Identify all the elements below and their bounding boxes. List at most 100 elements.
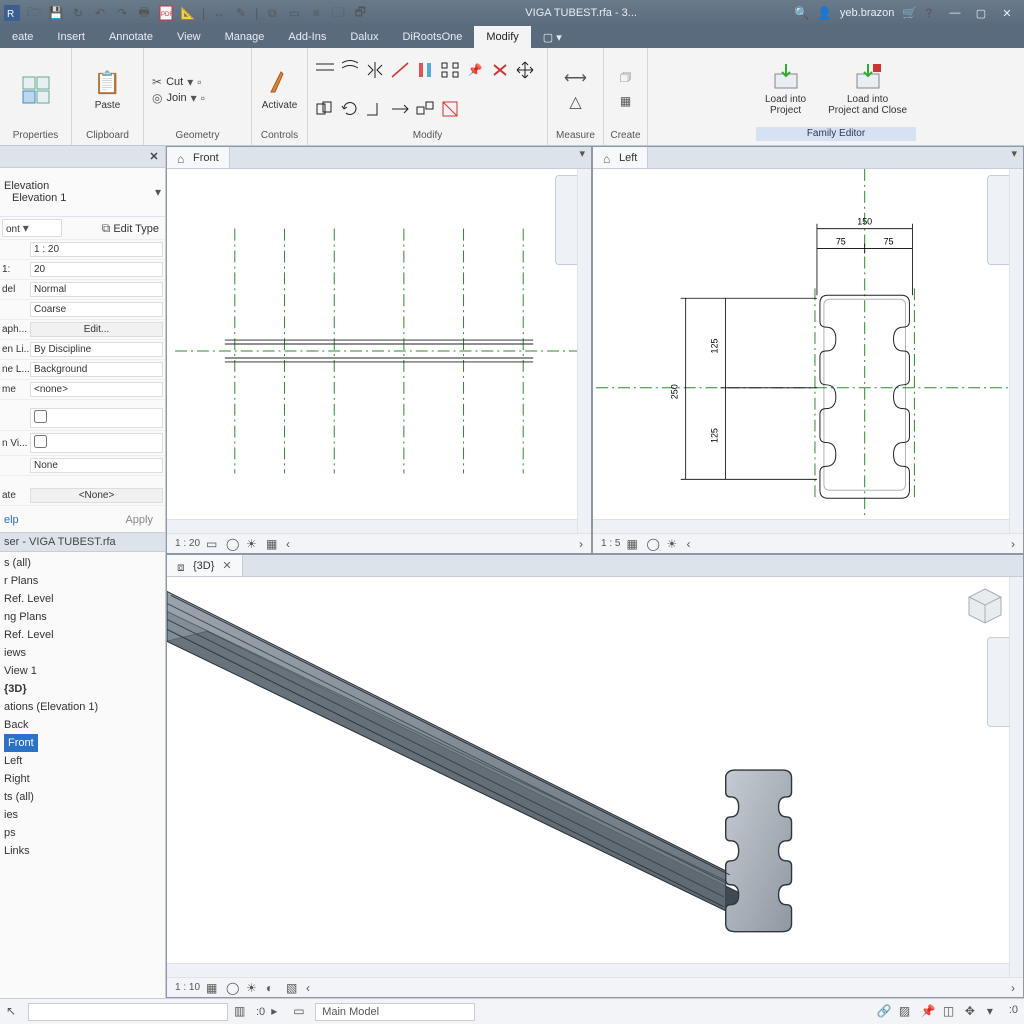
canvas-3d[interactable] [167, 577, 1023, 977]
scale-icon[interactable] [414, 99, 436, 119]
edit-type-button[interactable]: Edit Type [113, 223, 159, 235]
model-selector[interactable]: Main Model [315, 1003, 475, 1021]
prop-row[interactable]: en Li...By Discipline [0, 340, 165, 360]
tab-extra[interactable]: ▢ ▾ [531, 26, 574, 48]
app-icon[interactable]: R [4, 5, 20, 21]
cart-icon[interactable]: 🛒 [902, 6, 917, 20]
select-underlay-icon[interactable]: ▨ [899, 1004, 915, 1020]
sun-icon[interactable]: ☀ [246, 981, 260, 995]
scrollbar-vertical[interactable] [1009, 169, 1023, 533]
unpin-icon[interactable] [439, 99, 461, 119]
view-scale[interactable]: 1 : 20 [175, 538, 200, 549]
canvas-left[interactable]: 150 75 75 250 125 [593, 169, 1023, 533]
load-into-project-button[interactable]: Load into Project [759, 60, 812, 118]
visual-icon[interactable]: ◯ [226, 981, 240, 995]
create-group-icon[interactable]: 🗇 [615, 68, 637, 88]
copy-icon[interactable] [314, 99, 336, 119]
sync-icon[interactable]: ↻ [70, 5, 86, 21]
properties-type-selector[interactable]: Elevation Elevation 1 ▾ [0, 168, 165, 217]
crop-icon[interactable]: ▦ [266, 537, 280, 551]
tree-item[interactable]: ies [0, 806, 165, 824]
prop-row[interactable]: aph...Edit... [0, 320, 165, 340]
mirror-icon[interactable] [364, 60, 386, 80]
array-icon[interactable] [439, 60, 461, 80]
tree-item[interactable]: ations (Elevation 1) [0, 698, 165, 716]
view-menu-icon[interactable]: ▾ [1005, 147, 1023, 168]
tree-item[interactable]: Links [0, 842, 165, 860]
measure-icon[interactable]: 📐 [180, 5, 196, 21]
visual-icon[interactable]: ◯ [646, 537, 660, 551]
section-icon[interactable]: ▭ [286, 5, 302, 21]
canvas-front[interactable] [167, 169, 591, 533]
scroll-right-icon[interactable]: › [579, 537, 583, 551]
sun-icon[interactable]: ☀ [246, 537, 260, 551]
extend-icon[interactable] [389, 99, 411, 119]
paste-button[interactable]: 📋Paste [87, 66, 129, 113]
select-pinned-icon[interactable]: 📌 [921, 1004, 937, 1020]
prop-row[interactable]: 1:20 [0, 260, 165, 280]
tag-icon[interactable]: ✎ [233, 5, 249, 21]
model-icon[interactable]: ▭ [293, 1004, 309, 1020]
view-menu-icon[interactable]: ▾ [573, 147, 591, 168]
join-button[interactable]: ◎Join▾▫ [152, 91, 205, 105]
shadow-icon[interactable]: ◐ [266, 981, 280, 995]
prop-footer-row[interactable]: ate<None> [0, 486, 165, 506]
tree-item[interactable]: Front [0, 734, 165, 752]
scrollbar-horizontal[interactable] [167, 519, 577, 533]
undo-icon[interactable]: ↶ [92, 5, 108, 21]
prop-row[interactable]: 1 : 20 [0, 240, 165, 260]
create-assembly-icon[interactable]: ▦ [615, 91, 637, 111]
crop-icon[interactable]: ▧ [286, 981, 300, 995]
pin-icon[interactable]: 📌 [464, 60, 486, 80]
align-icon[interactable] [314, 60, 336, 80]
tree-item[interactable]: Ref. Level [0, 590, 165, 608]
activate-button[interactable]: Activate [256, 66, 304, 113]
design-options-icon[interactable]: ▸ [271, 1004, 287, 1020]
view-scale[interactable]: 1 : 10 [175, 982, 200, 993]
tab-view[interactable]: View [165, 26, 213, 48]
tree-item[interactable]: ts (all) [0, 788, 165, 806]
view-cube[interactable] [965, 585, 1005, 625]
close-hidden-icon[interactable]: 🗔 [330, 5, 346, 21]
close-icon[interactable]: ✕ [222, 559, 232, 572]
thin-icon[interactable]: ≡ [308, 5, 324, 21]
tab-annotate[interactable]: Annotate [97, 26, 165, 48]
select-icon[interactable]: ↖ [6, 1004, 22, 1020]
trim2-icon[interactable] [364, 99, 386, 119]
prop-check-row[interactable] [0, 406, 165, 431]
detail-icon[interactable]: ▦ [206, 981, 220, 995]
view-tab-3d[interactable]: ⧈{3D}✕ [167, 555, 243, 576]
properties-button[interactable] [15, 73, 57, 107]
prop-row[interactable]: Coarse [0, 300, 165, 320]
checkbox[interactable] [34, 435, 47, 448]
tab-insert[interactable]: Insert [45, 26, 97, 48]
tab-manage[interactable]: Manage [213, 26, 277, 48]
apply-button[interactable]: Apply [35, 514, 165, 526]
minimize-button[interactable]: — [942, 4, 968, 22]
cut-button[interactable]: ✂Cut▾▫ [152, 75, 201, 89]
detail-icon[interactable]: ▦ [626, 537, 640, 551]
scrollbar-vertical[interactable] [577, 169, 591, 533]
help-icon[interactable]: ? [925, 6, 932, 20]
maximize-button[interactable]: ▢ [968, 4, 994, 22]
tree-item[interactable]: {3D} [0, 680, 165, 698]
view-tab-front[interactable]: ⌂Front [167, 147, 230, 168]
checkbox[interactable] [34, 410, 47, 423]
status-type-selector[interactable] [28, 1003, 228, 1021]
sun-icon[interactable]: ☀ [666, 537, 680, 551]
tab-addins[interactable]: Add-Ins [276, 26, 338, 48]
measure-angle-icon[interactable]: △ [565, 92, 587, 112]
scroll-left-icon[interactable]: ‹ [286, 537, 290, 551]
scroll-left-icon[interactable]: ‹ [686, 537, 690, 551]
scrollbar-horizontal[interactable] [593, 519, 1009, 533]
scroll-right-icon[interactable]: › [1011, 981, 1015, 995]
select-face-icon[interactable]: ◫ [943, 1004, 959, 1020]
move-icon[interactable] [514, 60, 536, 80]
scroll-right-icon[interactable]: › [1011, 537, 1015, 551]
split-icon[interactable] [389, 60, 411, 80]
tree-item[interactable]: Right [0, 770, 165, 788]
offset-icon[interactable] [339, 60, 361, 80]
print-icon[interactable]: 🖶 [136, 5, 152, 21]
edit-type-icon[interactable]: ⧉ [102, 221, 111, 235]
rotate-icon[interactable] [339, 99, 361, 119]
